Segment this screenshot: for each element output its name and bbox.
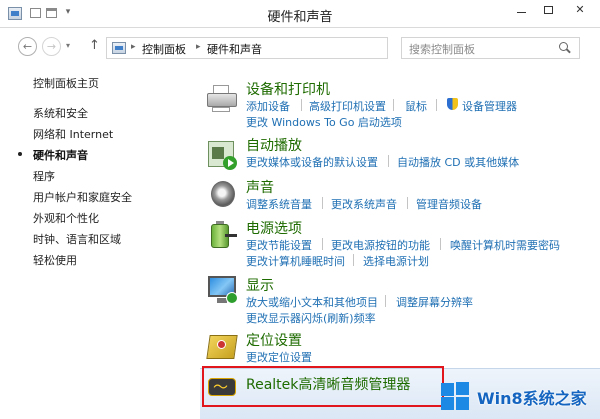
category-location-settings[interactable]: 定位设置 (246, 330, 302, 350)
sidebar-item-clock-region[interactable]: 时钟、语言和区域 (33, 231, 121, 247)
link-add-device[interactable]: 添加设备 (246, 98, 290, 114)
search-icon[interactable] (559, 42, 570, 53)
link-screen-resolution[interactable]: 调整屏幕分辨率 (396, 294, 473, 310)
maximize-icon (543, 6, 553, 14)
link-choose-power-plan[interactable]: 选择电源计划 (363, 253, 429, 269)
link-change-system-sounds[interactable]: 更改系统声音 (331, 196, 397, 212)
link-manage-audio-devices[interactable]: 管理音频设备 (416, 196, 482, 212)
sidebar-item-user-accounts[interactable]: 用户帐户和家庭安全 (33, 189, 132, 205)
search-input[interactable]: 搜索控制面板 (401, 37, 580, 59)
sidebar-item-hardware-sound: 硬件和声音 (33, 149, 88, 162)
link-autoplay-cd[interactable]: 自动播放 CD 或其他媒体 (397, 154, 519, 170)
watermark: Win8系统之家 (441, 378, 597, 414)
link-separator (301, 99, 302, 111)
sidebar-item-system-security[interactable]: 系统和安全 (33, 105, 88, 121)
forward-button[interactable]: → (42, 37, 61, 56)
battery-power-icon[interactable] (205, 218, 239, 250)
sidebar-item-network[interactable]: 网络和 Internet (33, 126, 113, 142)
category-display[interactable]: 显示 (246, 275, 274, 295)
autoplay-icon[interactable] (205, 139, 239, 171)
sidebar-item-home[interactable]: 控制面板主页 (33, 75, 99, 91)
category-power-options[interactable]: 电源选项 (246, 218, 302, 238)
address-bar[interactable]: ▸ 控制面板 ▸ 硬件和声音 ▾ ↻ (106, 37, 486, 59)
recent-locations-dropdown[interactable]: ▾ (66, 41, 70, 50)
link-change-media-defaults[interactable]: 更改媒体或设备的默认设置 (246, 154, 378, 170)
link-separator (388, 155, 389, 167)
category-autoplay[interactable]: 自动播放 (246, 135, 302, 155)
current-item-bullet-icon (18, 152, 22, 156)
watermark-text: Win8系统之家 (477, 389, 587, 408)
windows-logo-icon (441, 382, 469, 410)
link-mouse[interactable]: 鼠标 (405, 98, 427, 114)
link-separator (440, 238, 441, 250)
link-zoom-text[interactable]: 放大或缩小文本和其他项目 (246, 294, 378, 310)
link-require-password-on-wake[interactable]: 唤醒计算机时需要密码 (450, 237, 560, 253)
speaker-icon[interactable] (205, 179, 239, 211)
link-change-location-settings[interactable]: 更改定位设置 (246, 349, 312, 365)
link-device-manager[interactable]: 设备管理器 (462, 98, 517, 114)
location-map-icon[interactable] (205, 331, 239, 363)
maximize-button[interactable] (536, 0, 560, 20)
sidebar: 控制面板主页 系统和安全 网络和 Internet 硬件和声音 程序 用户帐户和… (0, 62, 200, 419)
link-separator (436, 99, 437, 111)
link-separator (322, 238, 323, 250)
link-separator (385, 295, 386, 307)
link-power-button-function[interactable]: 更改电源按钮的功能 (331, 237, 430, 253)
breadcrumb-control-panel[interactable]: 控制面板 (142, 41, 186, 57)
link-power-saving-settings[interactable]: 更改节能设置 (246, 237, 312, 253)
sidebar-item-programs[interactable]: 程序 (33, 168, 55, 184)
breadcrumb-chevron-icon[interactable]: ▸ (131, 42, 136, 52)
display-icon[interactable] (205, 274, 239, 306)
link-separator (407, 197, 408, 209)
printer-icon[interactable] (205, 83, 239, 115)
sidebar-item-appearance[interactable]: 外观和个性化 (33, 210, 99, 226)
navigation-bar: ← → ▾ ↑ ▸ 控制面板 ▸ 硬件和声音 ▾ ↻ 搜索控制面板 (0, 29, 600, 61)
search-placeholder: 搜索控制面板 (409, 43, 475, 56)
minimize-icon (516, 12, 526, 13)
link-windows-to-go[interactable]: 更改 Windows To Go 启动选项 (246, 114, 402, 130)
breadcrumb-chevron-icon[interactable]: ▸ (196, 42, 201, 52)
up-button[interactable]: ↑ (89, 38, 100, 53)
category-devices-printers[interactable]: 设备和打印机 (246, 79, 330, 99)
title-bar: ▾ 硬件和声音 ✕ (0, 0, 600, 28)
close-button[interactable]: ✕ (563, 0, 597, 20)
category-sound[interactable]: 声音 (246, 177, 274, 197)
uac-shield-icon (447, 98, 458, 110)
link-separator (322, 197, 323, 209)
link-advanced-printer-settings[interactable]: 高级打印机设置 (309, 98, 386, 114)
control-panel-small-icon (112, 42, 126, 54)
breadcrumb-hardware-sound[interactable]: 硬件和声音 (207, 41, 262, 57)
sidebar-item-ease-of-access[interactable]: 轻松使用 (33, 252, 77, 268)
link-separator (393, 99, 394, 111)
link-adjust-volume[interactable]: 调整系统音量 (246, 196, 312, 212)
link-refresh-rate[interactable]: 更改显示器闪烁(刷新)频率 (246, 310, 376, 326)
back-button[interactable]: ← (18, 37, 37, 56)
link-separator (353, 254, 354, 266)
link-change-sleep-time[interactable]: 更改计算机睡眠时间 (246, 253, 345, 269)
highlight-annotation-box (202, 366, 444, 407)
minimize-button[interactable] (509, 0, 533, 20)
